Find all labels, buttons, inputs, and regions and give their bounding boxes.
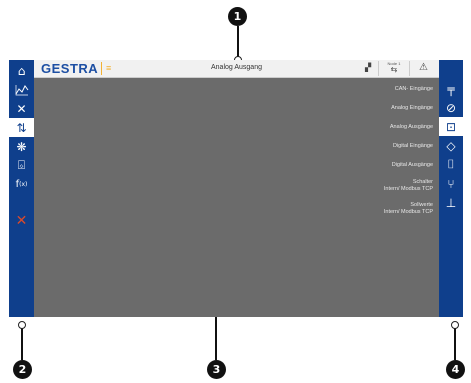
menu-item-switches-label: Schalter	[412, 179, 433, 185]
menu-item-setpoints-label: Sollwerte	[410, 202, 433, 208]
callout-2: 2	[13, 360, 32, 379]
device-icon[interactable]: ⊡	[439, 117, 463, 136]
component-icon[interactable]: ⌺	[9, 156, 34, 175]
menu-item-can-inputs[interactable]: CAN- Eingänge	[395, 86, 433, 93]
trend-chart-icon[interactable]	[9, 80, 34, 99]
fan-icon[interactable]: ❋	[9, 137, 34, 156]
menu-item-analog-inputs[interactable]: Analog Eingänge	[391, 105, 433, 112]
device-screen: ⌂ ✕ ⇅ ❋ ⌺ f (x) ✕ GESTRA ≡ Analog Ausgang…	[9, 60, 463, 317]
menu-item-digital-inputs[interactable]: Digital Eingänge	[393, 143, 433, 150]
menu-item-switches-sub: Intern/ Modbus TCP	[383, 186, 433, 192]
swap-arrows-icon: ⇆	[390, 65, 398, 74]
warning-icon[interactable]: ⚠	[419, 62, 428, 73]
callout-1: 1	[228, 7, 247, 26]
tools-icon[interactable]: ✕	[9, 99, 34, 118]
split-icon[interactable]: ⑂	[439, 174, 463, 193]
leader-2	[21, 324, 23, 360]
node-selector[interactable]: Node 1 ⇆	[383, 61, 405, 74]
content-area: CAN- Eingänge Analog Eingänge Analog Aus…	[34, 78, 439, 317]
left-nav-bar: ⌂ ✕ ⇅ ❋ ⌺ f (x) ✕	[9, 60, 34, 317]
menu-item-digital-outputs[interactable]: Digital Ausgänge	[392, 162, 433, 169]
network-icon[interactable]: ▞	[365, 63, 371, 72]
io-arrows-icon[interactable]: ⇅	[9, 118, 34, 137]
leader-2-dot	[18, 321, 26, 329]
right-nav-bar: ╤ ⊘ ⊡ ◇ ⌷ ⑂ ⊥	[439, 60, 463, 317]
function-icon[interactable]: f (x)	[9, 175, 34, 194]
divider	[409, 61, 410, 76]
callout-3: 3	[207, 360, 226, 379]
diamond-icon[interactable]: ◇	[439, 136, 463, 155]
menu-item-analog-outputs[interactable]: Analog Ausgänge	[390, 124, 433, 131]
leader-4-dot	[451, 321, 459, 329]
gauge-icon[interactable]: ⊘	[439, 98, 463, 117]
top-bar: GESTRA ≡ Analog Ausgang ▞ Node 1 ⇆ ⚠	[34, 60, 439, 78]
callout-4: 4	[446, 360, 465, 379]
leader-4	[454, 324, 456, 360]
menu-item-switches[interactable]: Schalter Intern/ Modbus TCP	[384, 179, 433, 193]
menu-item-setpoints[interactable]: Sollwerte Intern/ Modbus TCP	[384, 202, 433, 216]
divider	[378, 61, 379, 76]
home-icon[interactable]: ⌂	[9, 61, 34, 80]
pin-icon[interactable]: ⊥	[439, 193, 463, 212]
close-icon[interactable]: ✕	[9, 211, 34, 230]
leader-1	[237, 26, 239, 60]
menu-item-setpoints-sub: Intern/ Modbus TCP	[383, 209, 433, 215]
valve-icon[interactable]: ╤	[439, 79, 463, 98]
bracket-icon[interactable]: ⌷	[439, 155, 463, 174]
